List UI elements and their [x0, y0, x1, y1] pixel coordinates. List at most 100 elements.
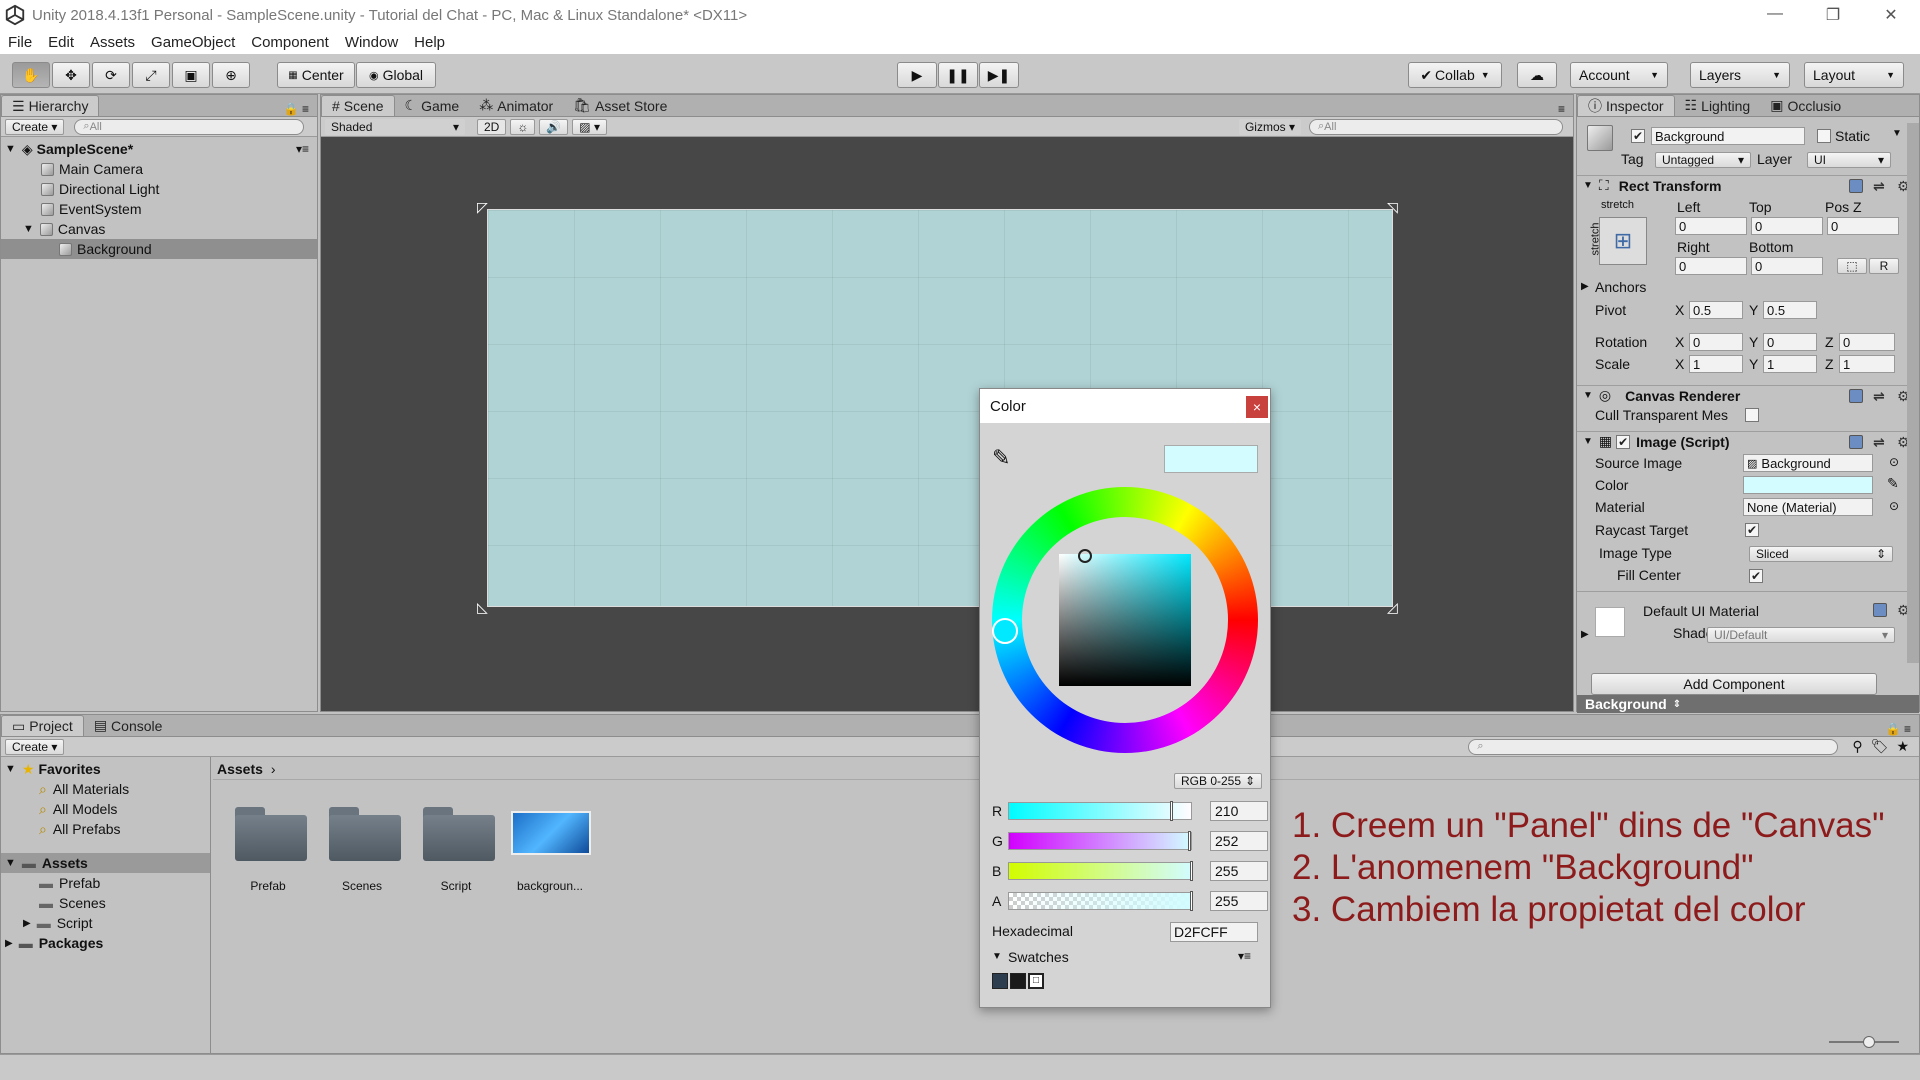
pivot-center-button[interactable]: ▦ Center	[277, 62, 355, 88]
breadcrumb[interactable]: Assets ›	[217, 761, 276, 777]
collapse-arrow-icon[interactable]: ▼	[1583, 180, 1593, 191]
tab-game[interactable]: ☾ Game	[395, 95, 470, 116]
cloud-icon[interactable]: ☁	[1517, 62, 1557, 88]
panel-menu-icon[interactable]: 🔒 ≡	[284, 102, 309, 116]
preview-footer[interactable]: Background ⇕	[1577, 695, 1919, 713]
collapse-arrow-icon[interactable]: ▼	[1583, 390, 1593, 401]
menu-edit[interactable]: Edit	[40, 34, 82, 51]
red-slider-handle[interactable]	[1170, 801, 1173, 821]
layout-dropdown[interactable]: Layout ▼	[1804, 62, 1904, 88]
fill-center-checkbox[interactable]: ✔	[1749, 569, 1763, 583]
layers-dropdown[interactable]: Layers ▼	[1690, 62, 1790, 88]
rect-transform-header[interactable]: ▼ ⛶ Rect Transform ⇌ ⚙	[1577, 175, 1919, 195]
red-slider-row[interactable]: R 210	[992, 801, 1268, 821]
expand-arrow-icon[interactable]: ▼	[5, 143, 16, 155]
tab-animator[interactable]: ⁂ Animator	[469, 95, 563, 116]
assets-group[interactable]: ▼ ▬ Assets	[1, 853, 210, 873]
color-field[interactable]	[1743, 476, 1873, 494]
green-slider-handle[interactable]	[1188, 831, 1191, 851]
anchor-handle-icon[interactable]: ◿	[1387, 599, 1398, 616]
green-value-field[interactable]: 252	[1210, 831, 1268, 851]
audio-toggle-icon[interactable]: 🔊	[539, 118, 569, 135]
tag-dropdown[interactable]: Untagged ▾	[1655, 152, 1751, 168]
expand-arrow-icon[interactable]: ▼	[23, 223, 34, 235]
favorites-group[interactable]: ▼ ★ Favorites	[1, 759, 210, 779]
hierarchy-item-main-camera[interactable]: Main Camera	[1, 159, 317, 179]
scale-x-field[interactable]: 1	[1689, 355, 1743, 373]
shader-dropdown[interactable]: UI/Default ▾	[1707, 627, 1895, 643]
menu-help[interactable]: Help	[406, 34, 453, 51]
scene-root[interactable]: ▼ ◈ SampleScene* ▾≡	[1, 139, 317, 159]
preset-icon[interactable]: ⇌	[1873, 389, 1887, 403]
alpha-slider-row[interactable]: A 255	[992, 891, 1268, 911]
restore-icon[interactable]: ❐	[1804, 5, 1862, 25]
alpha-value-field[interactable]: 255	[1210, 891, 1268, 911]
bottom-field[interactable]: 0	[1751, 257, 1823, 275]
folder-scenes[interactable]: ▬ Scenes	[1, 893, 210, 913]
favorite-all-models[interactable]: ⌕ All Models	[1, 799, 210, 819]
menu-window[interactable]: Window	[337, 34, 406, 51]
filter-label-icon[interactable]: 🏷	[1871, 738, 1889, 755]
help-icon[interactable]	[1873, 603, 1887, 617]
hierarchy-item-canvas[interactable]: ▼ Canvas	[1, 219, 317, 239]
top-field[interactable]: 0	[1751, 217, 1823, 235]
hierarchy-item-directional-light[interactable]: Directional Light	[1, 179, 317, 199]
collapse-arrow-icon[interactable]: ▼	[1583, 436, 1593, 447]
alpha-slider-handle[interactable]	[1190, 891, 1193, 911]
anchor-handle-icon[interactable]: ◺	[477, 599, 488, 616]
right-field[interactable]: 0	[1675, 257, 1747, 275]
eyedropper-icon[interactable]: ✎	[1887, 475, 1899, 492]
help-icon[interactable]	[1849, 434, 1863, 449]
blue-slider-row[interactable]: B 255	[992, 861, 1268, 881]
tab-hierarchy[interactable]: ☰ Hierarchy	[1, 95, 100, 116]
collapse-arrow-icon[interactable]: ▼	[992, 951, 1002, 962]
expand-arrow-icon[interactable]: ▶	[23, 918, 31, 929]
transform-tool-icon[interactable]: ⊕	[212, 62, 250, 88]
zoom-slider-handle[interactable]	[1863, 1036, 1875, 1048]
object-picker-icon[interactable]: ⊙	[1889, 455, 1899, 469]
asset-folder-prefab[interactable]	[235, 807, 307, 861]
close-window-icon[interactable]: ✕	[1862, 5, 1920, 25]
rotation-x-field[interactable]: 0	[1689, 333, 1743, 351]
blue-slider[interactable]	[1008, 862, 1192, 880]
scene-menu-icon[interactable]: ▾≡	[296, 142, 309, 156]
help-icon[interactable]	[1849, 388, 1863, 403]
blue-slider-handle[interactable]	[1190, 861, 1193, 881]
rotation-z-field[interactable]: 0	[1839, 333, 1895, 351]
blueprint-mode-button[interactable]: ⬚	[1837, 258, 1867, 274]
expand-arrow-icon[interactable]: ▶	[1581, 629, 1589, 640]
sv-picker-handle[interactable]	[1078, 549, 1092, 563]
hierarchy-search-input[interactable]: ⌕ All	[74, 118, 305, 135]
gizmos-dropdown[interactable]: Gizmos ▾	[1238, 118, 1301, 135]
alpha-slider[interactable]	[1008, 892, 1192, 910]
green-slider-row[interactable]: G 252	[992, 831, 1268, 851]
chevron-down-icon[interactable]: ▼	[1892, 128, 1902, 139]
scale-tool-icon[interactable]: ⤢	[132, 62, 170, 88]
rotation-y-field[interactable]: 0	[1763, 333, 1817, 351]
menu-component[interactable]: Component	[243, 34, 337, 51]
image-script-header[interactable]: ▼ ▦ ✔ Image (Script) ⇌ ⚙	[1577, 431, 1919, 451]
pivot-global-button[interactable]: ◉ Global	[356, 62, 436, 88]
expand-arrow-icon[interactable]: ▼	[5, 763, 16, 775]
image-type-dropdown[interactable]: Sliced ⇕	[1749, 546, 1893, 562]
panel-menu-icon[interactable]: 🔒 ≡	[1886, 722, 1911, 736]
green-slider[interactable]	[1008, 832, 1192, 850]
toggle-2d-button[interactable]: 2D	[477, 118, 507, 135]
menu-assets[interactable]: Assets	[82, 34, 143, 51]
hierarchy-item-eventsystem[interactable]: EventSystem	[1, 199, 317, 219]
rotate-tool-icon[interactable]: ⟳	[92, 62, 130, 88]
preset-icon[interactable]: ⇌	[1873, 179, 1887, 193]
scene-search-input[interactable]: ⌕ All	[1309, 118, 1563, 135]
folder-script[interactable]: ▶ ▬ Script	[1, 913, 210, 933]
packages-group[interactable]: ▶ ▬ Packages	[1, 933, 210, 953]
tab-inspector[interactable]: ⓘ Inspector	[1577, 95, 1675, 116]
expand-arrow-icon[interactable]: ▶	[1581, 281, 1589, 292]
color-mode-dropdown[interactable]: RGB 0-255 ⇕	[1174, 773, 1262, 789]
red-value-field[interactable]: 210	[1210, 801, 1268, 821]
add-component-button[interactable]: Add Component	[1591, 673, 1877, 695]
background-image-thumbnail[interactable]	[511, 811, 591, 855]
expand-arrow-icon[interactable]: ▶	[5, 938, 13, 949]
lighting-toggle-icon[interactable]: ☼	[510, 118, 536, 135]
hand-tool-icon[interactable]: ✋	[12, 62, 50, 88]
color-dialog-close-button[interactable]: ×	[1246, 396, 1268, 418]
